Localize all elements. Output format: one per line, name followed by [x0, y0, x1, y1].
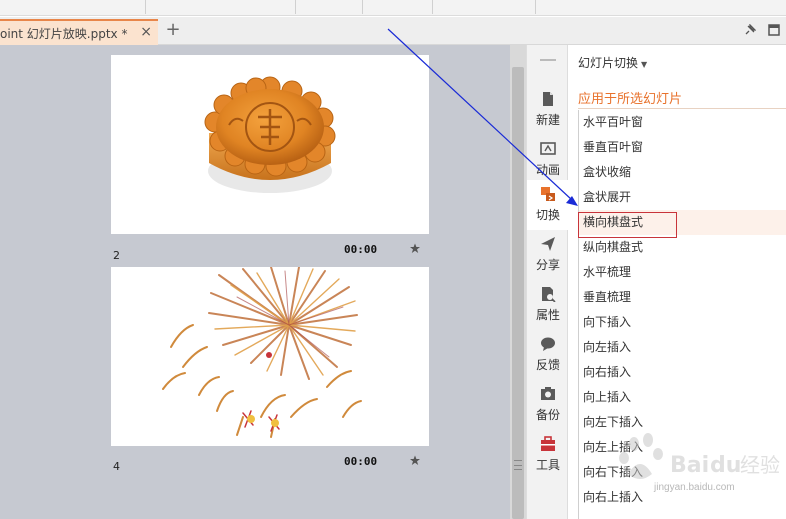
selection-highlight-box	[578, 212, 677, 238]
wps-presentation-window: oint 幻灯片放映.pptx * × + 2 00:00 4 00:00 新建…	[0, 0, 786, 519]
transition-option[interactable]: 纵向棋盘式	[579, 235, 786, 260]
watermark-url: jingyan.baidu.com	[654, 482, 735, 493]
pin-icon[interactable]	[744, 23, 757, 39]
toolbar-separator	[535, 0, 536, 14]
slide-scrollbar[interactable]	[510, 45, 526, 519]
sidebar-item-label: 备份	[535, 408, 560, 422]
sidebar-drag-handle[interactable]	[540, 59, 556, 61]
toolbox-icon	[540, 436, 556, 452]
transition-option[interactable]: 垂直梳理	[579, 285, 786, 310]
new-doc-icon	[540, 91, 556, 107]
ribbon-toolbar	[0, 0, 786, 16]
transition-option[interactable]: 水平百叶窗	[579, 110, 786, 135]
document-tab[interactable]: oint 幻灯片放映.pptx * ×	[0, 19, 158, 45]
sidebar-item-properties[interactable]: 属性	[527, 280, 569, 330]
transition-option[interactable]: 盒状收缩	[579, 160, 786, 185]
fireworks-image	[162, 266, 362, 438]
panel-title-dropdown[interactable]: 幻灯片切换 ▼	[578, 54, 647, 71]
transition-option[interactable]: 向右插入	[579, 360, 786, 385]
sidebar-item-transition[interactable]: 切换	[527, 180, 569, 230]
sidebar-item-tools[interactable]: 工具	[527, 430, 569, 480]
sidebar-item-label: 分享	[535, 258, 560, 272]
sidebar-item-label: 属性	[535, 308, 560, 322]
sidebar-item-label: 切换	[535, 208, 560, 222]
feedback-icon	[540, 336, 556, 352]
slide-thumbnail[interactable]	[111, 266, 429, 446]
document-tab-title: oint 幻灯片放映.pptx *	[0, 26, 128, 41]
slide-number: 4	[113, 460, 120, 473]
sidebar-item-animation[interactable]: 动画	[527, 135, 569, 185]
slide-animation-star-icon	[409, 455, 421, 469]
transition-option[interactable]: 向上插入	[579, 385, 786, 410]
svg-text:经验: 经验	[740, 453, 780, 477]
sidebar-item-feedback[interactable]: 反馈	[527, 330, 569, 380]
restore-window-icon[interactable]	[768, 24, 780, 39]
toolbar-separator	[295, 0, 296, 14]
svg-text:du: du	[710, 453, 741, 478]
transition-option[interactable]: 水平梳理	[579, 260, 786, 285]
slide-timing: 00:00	[344, 455, 378, 468]
transition-icon	[540, 186, 556, 202]
document-tab-bar: oint 幻灯片放映.pptx * × +	[0, 17, 786, 45]
toolbar-separator	[432, 0, 433, 14]
transition-option[interactable]: 垂直百叶窗	[579, 135, 786, 160]
sidebar-item-share[interactable]: 分享	[527, 230, 569, 280]
transition-option[interactable]: 向左插入	[579, 335, 786, 360]
apply-to-selected-label: 应用于所选幻灯片	[578, 92, 683, 107]
animation-icon	[540, 141, 556, 157]
sidebar-item-label: 反馈	[535, 358, 560, 372]
properties-icon	[540, 286, 556, 303]
transition-option[interactable]: 盒状展开	[579, 185, 786, 210]
divider	[578, 108, 786, 109]
task-pane-sidebar: 新建 动画 切换 分享 属性 反馈 备份 工具	[526, 45, 569, 519]
svg-text:Bai: Bai	[670, 453, 709, 478]
scrollbar-grip-icon	[514, 460, 522, 470]
slide-number: 2	[113, 249, 120, 262]
sidebar-item-backup[interactable]: 备份	[527, 380, 569, 430]
share-icon	[540, 236, 556, 252]
transition-option[interactable]: 向下插入	[579, 310, 786, 335]
sidebar-item-label: 动画	[535, 163, 560, 177]
backup-icon	[540, 386, 556, 402]
slide-thumbnail[interactable]	[111, 55, 429, 234]
new-tab-button[interactable]: +	[162, 19, 184, 43]
slide-timing: 00:00	[344, 243, 378, 256]
panel-title: 幻灯片切换	[578, 56, 639, 70]
sidebar-item-label: 工具	[535, 458, 560, 472]
toolbar-separator	[362, 0, 363, 14]
sidebar-item-new[interactable]: 新建	[527, 85, 569, 135]
mooncake-image	[204, 76, 336, 193]
chevron-down-icon: ▼	[641, 60, 648, 69]
toolbar-separator	[145, 0, 146, 14]
sidebar-item-label: 新建	[535, 113, 560, 127]
slide-sorter-area: 2 00:00 4 00:00	[0, 45, 510, 519]
slide-animation-star-icon	[409, 243, 421, 257]
scrollbar-thumb[interactable]	[512, 67, 524, 519]
close-tab-icon[interactable]: ×	[140, 24, 152, 40]
